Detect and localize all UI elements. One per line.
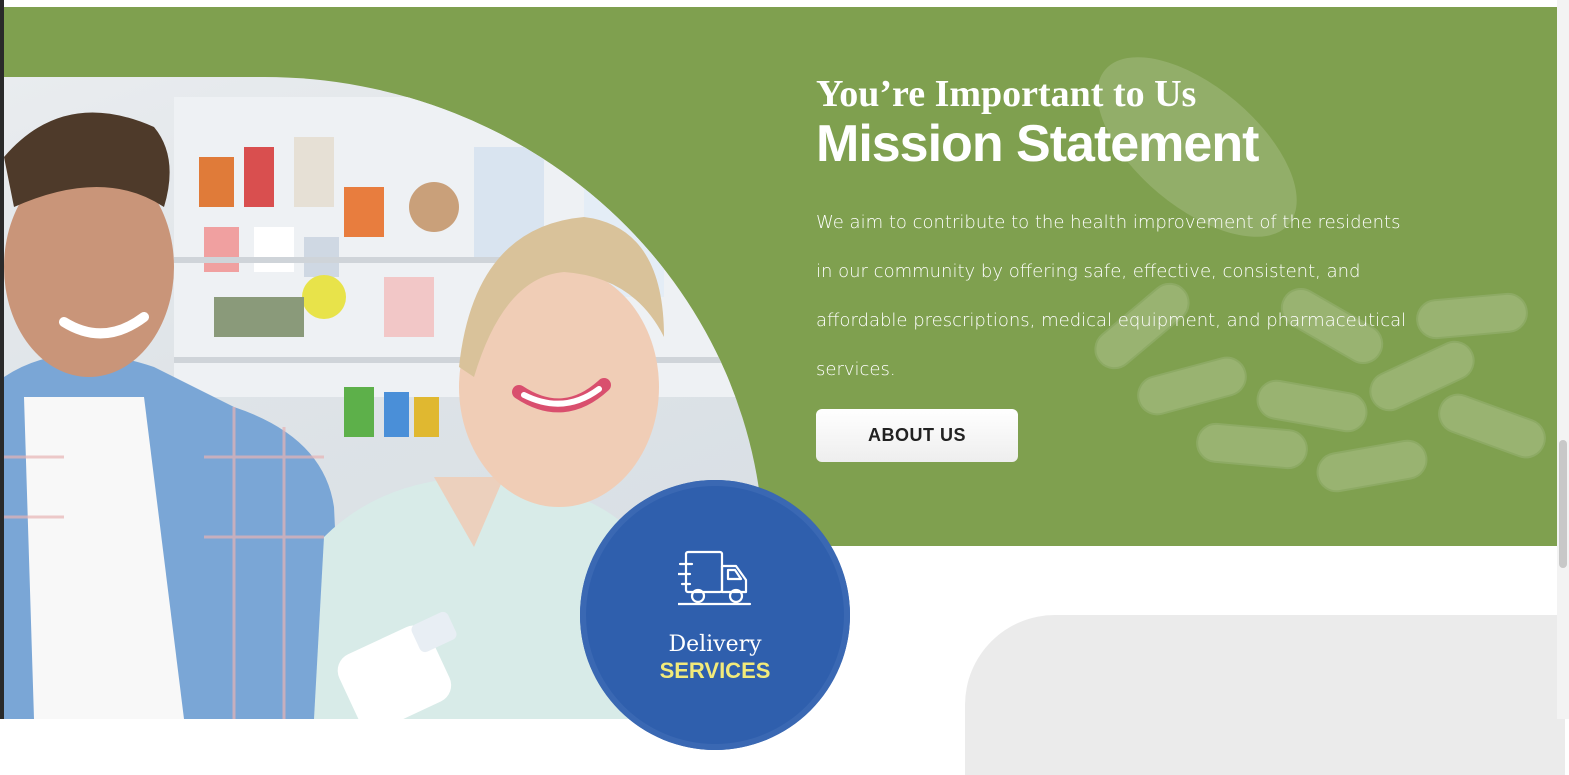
delivery-services-badge[interactable]: Delivery SERVICES: [580, 480, 850, 750]
left-window-edge: [0, 0, 4, 719]
page-scrollbar[interactable]: [1557, 0, 1569, 719]
mission-body: We aim to contribute to the health impro…: [816, 212, 1407, 380]
mission-subtitle: You’re Important to Us: [816, 73, 1197, 115]
delivery-truck-icon: [678, 550, 752, 606]
about-us-button[interactable]: ABOUT US: [816, 409, 1018, 462]
delivery-services-label: SERVICES: [659, 658, 771, 683]
decorative-gray-panel: [965, 615, 1565, 775]
top-strip: [0, 0, 1569, 7]
mission-title: Mission Statement: [816, 115, 1259, 173]
mission-content: You’re Important to Us Mission Statement…: [816, 70, 1536, 412]
delivery-label: Delivery: [668, 632, 762, 657]
scrollbar-thumb[interactable]: [1559, 440, 1567, 568]
